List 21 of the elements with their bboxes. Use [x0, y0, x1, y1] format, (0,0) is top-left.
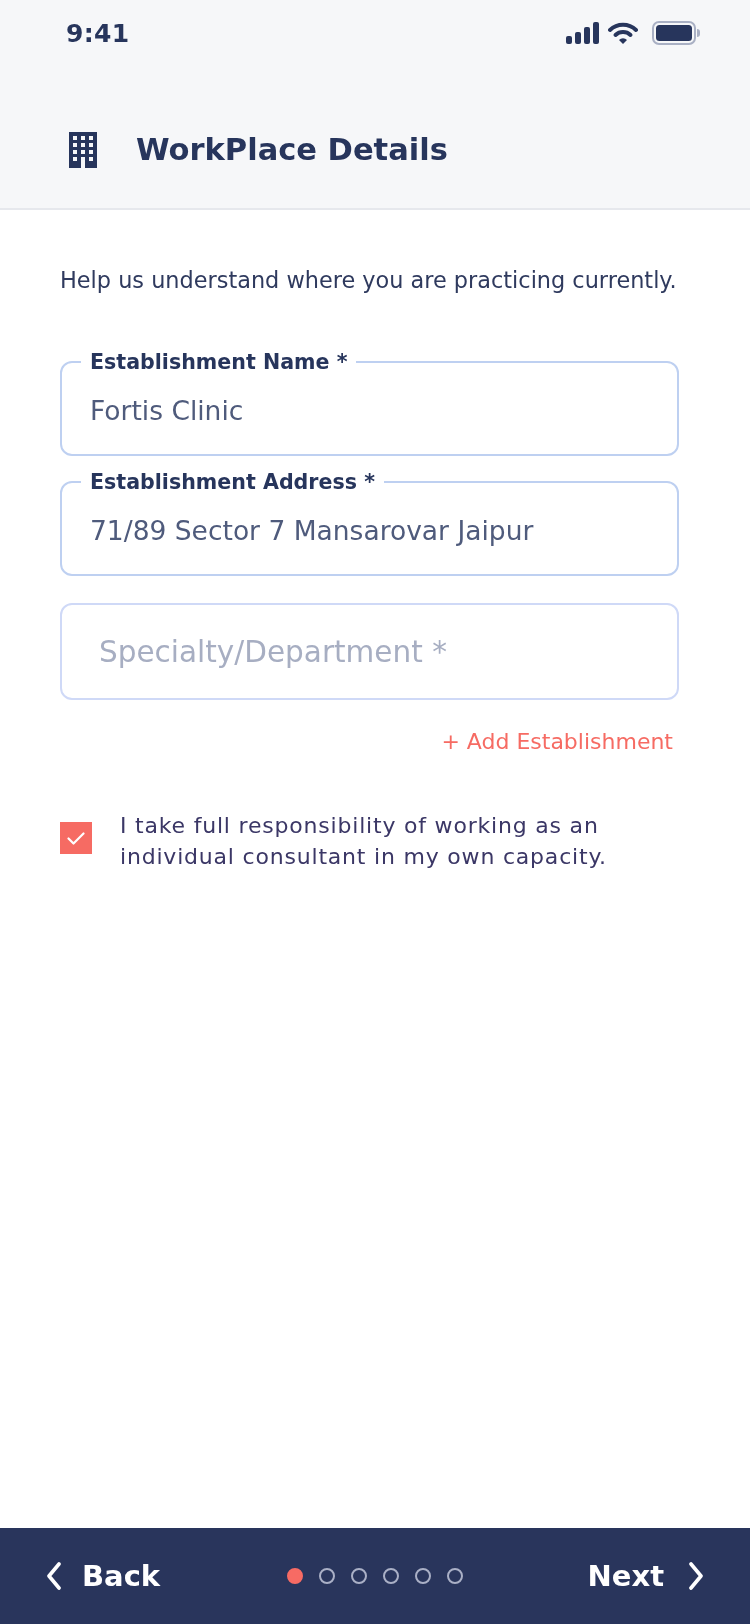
text-field[interactable]: Establishment Name * Fortis Clinic	[60, 350, 679, 456]
field-input[interactable]: Fortis Clinic	[90, 374, 651, 446]
building-icon	[69, 132, 97, 168]
back-button[interactable]: Back	[46, 1556, 161, 1596]
wifi-icon	[608, 22, 638, 44]
text-field[interactable]: Specialty/Department *	[60, 603, 679, 700]
battery-icon	[652, 21, 700, 45]
next-button[interactable]: Next	[587, 1556, 704, 1596]
field-label: Establishment Name *	[89, 350, 349, 374]
agreement-text: I take full responsibility of working as an individual consultant in my own capacity.	[120, 812, 608, 871]
field-input[interactable]: 71/89 Sector 7 Mansarovar Jaipur	[90, 494, 651, 566]
signal-icon	[566, 22, 600, 44]
checkbox[interactable]	[60, 822, 92, 854]
intro-text: Help us understand where you are practicing currently.	[60, 266, 678, 295]
field-label: Establishment Address *	[89, 470, 376, 494]
status-time: 9:41	[66, 18, 130, 48]
text-field[interactable]: Establishment Address * 71/89 Sector 7 Mansarovar Jaipur	[60, 470, 679, 576]
checkmark-icon	[67, 831, 85, 845]
chevron-right-icon	[688, 1562, 704, 1590]
page-title: WorkPlace Details	[136, 131, 448, 169]
chevron-left-icon	[46, 1562, 62, 1590]
